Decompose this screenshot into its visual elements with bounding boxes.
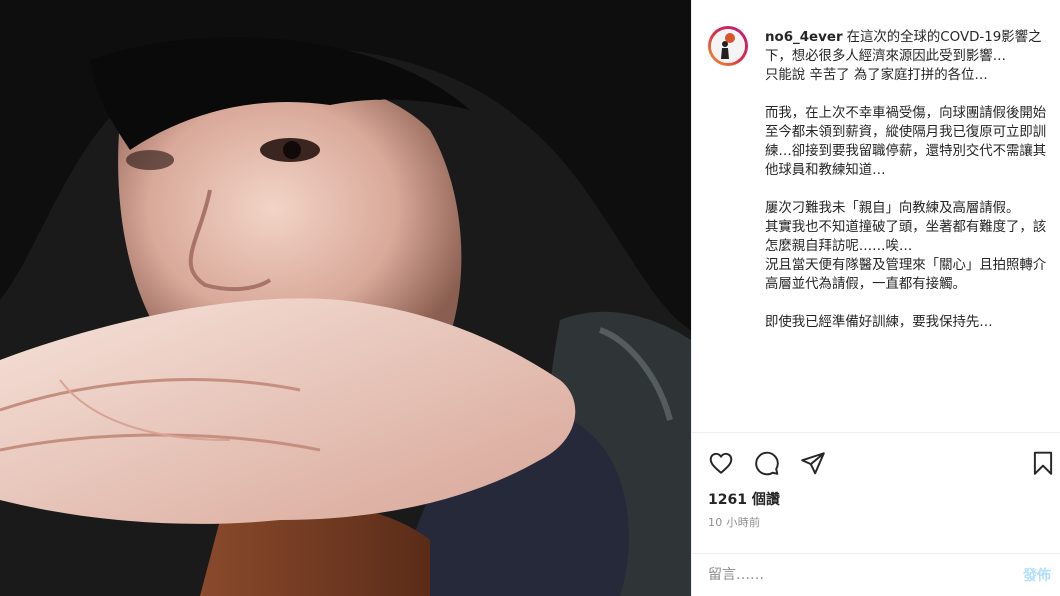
avatar-image <box>711 29 745 63</box>
bookmark-icon[interactable] <box>1028 448 1058 478</box>
share-icon[interactable] <box>798 448 828 478</box>
username[interactable]: no6_4ever <box>765 30 843 45</box>
post-photo <box>0 0 691 596</box>
caption-text: 在這次的全球的COVD-19影響之下，想必很多人經濟來源因此受到影響… 只能說 … <box>765 30 1047 330</box>
like-count[interactable]: 1261 個讚 <box>708 489 780 509</box>
post-side-panel: no6_4ever 在這次的全球的COVD-19影響之下，想必很多人經濟來源因此受… <box>691 0 1060 596</box>
heart-icon[interactable] <box>706 448 736 478</box>
comment-input[interactable] <box>708 562 988 588</box>
caption-divider <box>692 432 1060 433</box>
caption-area[interactable]: no6_4ever 在這次的全球的COVD-19影響之下，想必很多人經濟來源因此受… <box>692 0 1060 432</box>
post-time[interactable]: 10 小時前 <box>708 514 760 530</box>
post-comment-button[interactable]: 發佈 <box>1023 565 1051 585</box>
avatar[interactable] <box>708 26 748 66</box>
comment-icon[interactable] <box>752 448 782 478</box>
action-bar <box>692 446 1060 480</box>
post-caption: no6_4ever 在這次的全球的COVD-19影響之下，想必很多人經濟來源因此受… <box>765 28 1050 332</box>
comment-bar: 發佈 <box>692 554 1060 596</box>
